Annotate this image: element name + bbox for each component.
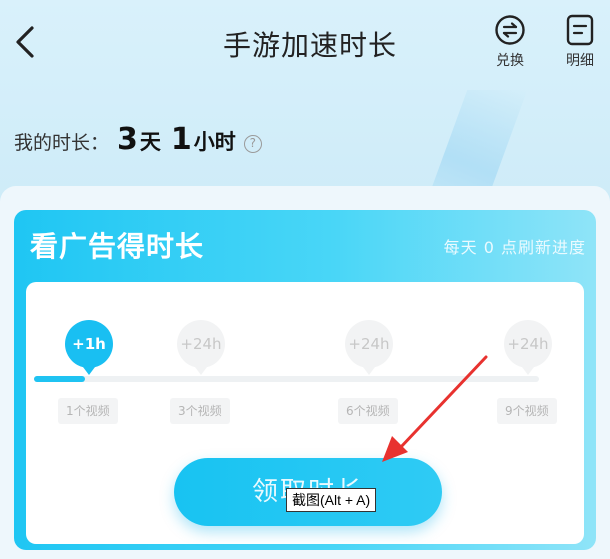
milestone-reward: +24h: [507, 335, 549, 353]
ad-card-title: 看广告得时长: [30, 230, 205, 263]
help-icon[interactable]: ?: [243, 135, 262, 153]
milestone-reward: +24h: [180, 335, 222, 353]
exchange-button[interactable]: 兑换: [486, 14, 534, 74]
details-label: 明细: [566, 53, 594, 69]
milestone-video-count: 9个视频: [497, 398, 557, 424]
milestone-node: +24h: [504, 320, 552, 375]
milestone-video-count: 1个视频: [58, 398, 118, 424]
duration-hours: 1: [170, 122, 192, 157]
page-title: 手游加速时长: [222, 29, 397, 62]
refresh-hint: 每天 0 点刷新进度: [443, 238, 586, 257]
duration-label: 我的时长：: [14, 132, 110, 154]
my-duration: 我的时长： 3 天 1 小时 ?: [14, 122, 262, 162]
milestone-node: +24h: [345, 320, 393, 375]
details-button[interactable]: 明细: [556, 14, 604, 74]
milestone-reward: +24h: [348, 335, 390, 353]
milestone-video-count: 6个视频: [338, 398, 398, 424]
duration-days: 3: [117, 122, 138, 157]
back-button[interactable]: [10, 22, 40, 62]
screenshot-tooltip: 截图(Alt + A): [286, 488, 377, 512]
exchange-label: 兑换: [496, 53, 524, 69]
exchange-icon: [495, 15, 525, 45]
duration-days-unit: 天: [139, 130, 161, 154]
top-bar: 手游加速时长 兑换 明细: [0, 0, 610, 90]
back-chevron-icon: [16, 26, 34, 58]
milestone-node: +1h: [65, 320, 113, 375]
milestone-video-count: 3个视频: [170, 398, 230, 424]
milestone-reward: +1h: [72, 335, 106, 353]
duration-hours-unit: 小时: [193, 130, 236, 154]
milestone-node: +24h: [177, 320, 225, 375]
progress-track: [34, 376, 539, 382]
progress-fill: [34, 376, 85, 382]
details-list-icon: [566, 14, 594, 46]
